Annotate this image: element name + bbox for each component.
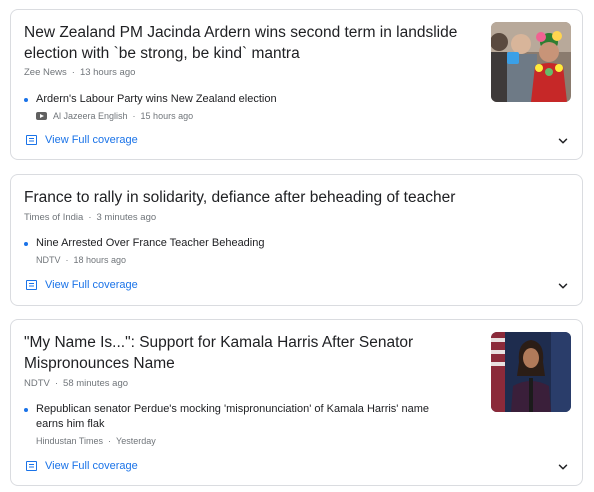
separator: · (88, 212, 92, 223)
publish-time: 3 minutes ago (96, 212, 157, 223)
bullet (24, 242, 28, 246)
source-name: NDTV (24, 378, 50, 389)
coverage-label: View Full coverage (45, 460, 138, 472)
newspaper-icon (26, 461, 37, 471)
source-name: NDTV (36, 255, 61, 265)
coverage-label: View Full coverage (45, 134, 138, 146)
news-card: New Zealand PM Jacinda Ardern wins secon… (10, 9, 583, 160)
news-card: "My Name Is...": Support for Kamala Harr… (10, 319, 583, 486)
coverage-label: View Full coverage (45, 279, 138, 291)
related-article-meta: Hindustan Times · Yesterday (36, 436, 454, 446)
related-article-link[interactable]: Republican senator Perdue's mocking 'mis… (36, 402, 454, 432)
newspaper-icon (26, 135, 37, 145)
related-article-meta: NDTV · 18 hours ago (36, 255, 454, 265)
separator: · (108, 436, 112, 446)
separator: · (65, 255, 69, 265)
video-icon (36, 112, 47, 120)
article-thumbnail[interactable] (491, 332, 571, 412)
view-full-coverage-link[interactable]: View Full coverage (26, 134, 138, 146)
view-full-coverage-link[interactable]: View Full coverage (26, 279, 138, 291)
publish-time: 15 hours ago (140, 111, 194, 121)
headline-link[interactable]: France to rally in solidarity, defiance … (24, 187, 564, 208)
headline-link[interactable]: New Zealand PM Jacinda Ardern wins secon… (24, 22, 464, 64)
chevron-down-icon[interactable] (556, 134, 570, 148)
related-article-link[interactable]: Nine Arrested Over France Teacher Behead… (36, 236, 454, 251)
chevron-down-icon[interactable] (556, 460, 570, 474)
article-meta: Zee News · 13 hours ago (24, 67, 135, 78)
view-full-coverage-link[interactable]: View Full coverage (26, 460, 138, 472)
publish-time: 13 hours ago (79, 67, 136, 78)
publish-time: 58 minutes ago (63, 378, 129, 389)
chevron-down-icon[interactable] (556, 279, 570, 293)
bullet (24, 408, 28, 412)
source-name: Al Jazeera English (53, 111, 128, 121)
source-name: Times of India (24, 212, 84, 223)
related-article: Ardern's Labour Party wins New Zealand e… (24, 92, 454, 121)
newspaper-icon (26, 280, 37, 290)
related-article: Republican senator Perdue's mocking 'mis… (24, 402, 454, 446)
related-article: Nine Arrested Over France Teacher Behead… (24, 236, 454, 265)
bullet (24, 98, 28, 102)
article-meta: Times of India · 3 minutes ago (24, 212, 156, 223)
related-article-meta: Al Jazeera English · 15 hours ago (36, 111, 454, 121)
separator: · (54, 378, 59, 389)
headline-link[interactable]: "My Name Is...": Support for Kamala Harr… (24, 332, 464, 374)
article-thumbnail[interactable] (491, 22, 571, 102)
separator: · (71, 67, 75, 78)
source-name: Hindustan Times (36, 436, 104, 446)
publish-time: 18 hours ago (73, 255, 127, 265)
article-meta: NDTV · 58 minutes ago (24, 378, 128, 389)
publish-time: Yesterday (116, 436, 156, 446)
separator: · (132, 111, 136, 121)
news-card: France to rally in solidarity, defiance … (10, 174, 583, 306)
related-article-link[interactable]: Ardern's Labour Party wins New Zealand e… (36, 92, 454, 107)
source-name: Zee News (24, 67, 67, 78)
